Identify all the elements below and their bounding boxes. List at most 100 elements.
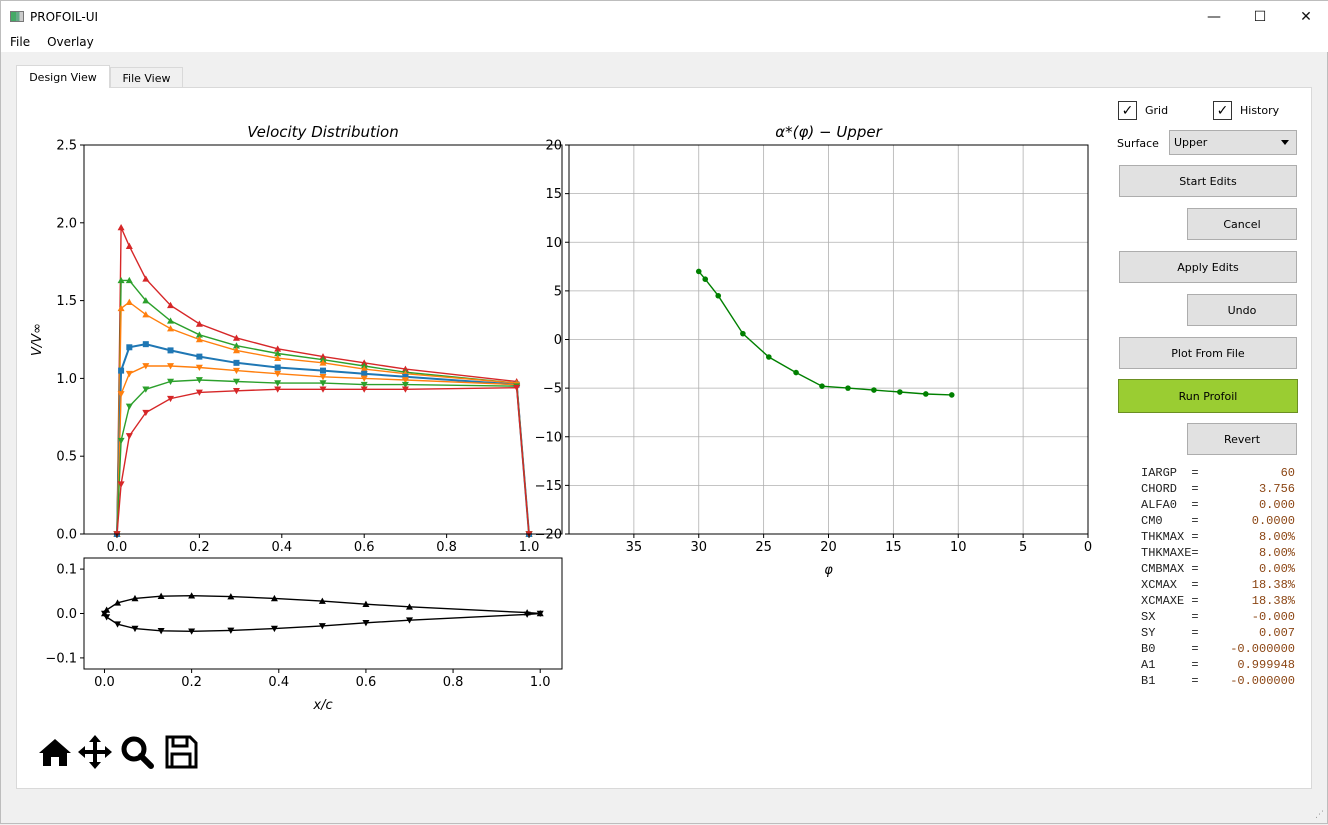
y-tick-label: 20 — [545, 139, 562, 154]
plot-from-file-button[interactable]: Plot From File — [1119, 337, 1297, 369]
parameter-row: CMBMAX = 0.00% — [1141, 561, 1295, 577]
data-point — [740, 330, 746, 337]
y-tick-label: 0 — [554, 333, 562, 348]
series-line — [116, 301, 530, 535]
chart-title: α*(φ) − Upper — [775, 123, 882, 141]
y-tick-label: 1.5 — [56, 294, 77, 309]
pan-icon[interactable] — [77, 734, 113, 770]
surface-value: Upper — [1174, 136, 1208, 149]
data-point — [695, 268, 702, 275]
surface-select[interactable]: Upper — [1169, 130, 1297, 155]
undo-button[interactable]: Undo — [1187, 294, 1297, 326]
parameter-name: SY = — [1141, 626, 1199, 640]
x-tick-label: 0.8 — [436, 540, 457, 555]
x-axis-label: φ — [824, 563, 833, 578]
x-tick-label: 0.0 — [107, 540, 128, 555]
data-point — [845, 385, 851, 391]
parameter-value: -0.000000 — [1230, 674, 1295, 688]
parameter-value: 0.000 — [1258, 498, 1295, 512]
data-point — [274, 364, 281, 371]
parameter-row: CHORD = 3.756 — [1141, 481, 1295, 497]
data-point — [142, 275, 150, 282]
history-checkbox[interactable]: ✓ History — [1213, 101, 1279, 120]
parameter-name: A1 = — [1141, 658, 1199, 672]
grid-checkbox[interactable]: ✓ Grid — [1118, 101, 1168, 120]
check-icon: ✓ — [1213, 101, 1232, 120]
data-point — [819, 383, 825, 389]
y-tick-label: 0.0 — [56, 528, 77, 543]
parameter-name: CMBMAX = — [1141, 562, 1199, 576]
parameter-value: 60 — [1280, 466, 1295, 480]
data-point — [715, 292, 722, 299]
x-tick-label: 10 — [950, 540, 967, 555]
y-tick-label: 0.5 — [56, 450, 77, 465]
x-tick-label: 0.2 — [181, 675, 202, 690]
x-tick-label: 0.6 — [356, 675, 377, 690]
parameter-row: ALFA0 = 0.000 — [1141, 497, 1295, 513]
series-line — [116, 379, 530, 535]
y-tick-label: −10 — [535, 430, 562, 445]
chart-title: Velocity Distribution — [247, 123, 398, 141]
x-tick-label: 0.4 — [268, 675, 289, 690]
parameter-row: XCMAXE = 18.38% — [1141, 593, 1295, 609]
y-tick-label: −5 — [543, 382, 562, 397]
y-tick-label: 2.0 — [56, 216, 77, 231]
tab-design-view[interactable]: Design View — [16, 65, 110, 88]
resize-grip[interactable]: ⋰ — [1315, 810, 1324, 820]
series-line — [116, 279, 530, 535]
run-profoil-button[interactable]: Run Profoil — [1118, 379, 1298, 413]
chevron-down-icon — [1281, 140, 1289, 145]
data-point — [320, 367, 326, 374]
data-point — [142, 341, 149, 348]
parameter-name: B1 = — [1141, 674, 1199, 688]
data-point — [793, 369, 799, 376]
cancel-button[interactable]: Cancel — [1187, 208, 1297, 240]
parameter-name: THKMAX = — [1141, 530, 1199, 544]
y-axis-label: V/V∞ — [30, 323, 45, 356]
save-icon[interactable] — [163, 734, 199, 770]
parameter-row: THKMAX = 8.00% — [1141, 529, 1295, 545]
x-tick-label: 5 — [1019, 540, 1027, 555]
parameter-name: B0 = — [1141, 642, 1199, 656]
data-point — [118, 367, 125, 374]
data-point — [702, 276, 709, 283]
x-tick-label: 0.0 — [94, 675, 115, 690]
axes-frame — [83, 557, 563, 670]
parameter-row: CM0 = 0.0000 — [1141, 513, 1295, 529]
x-tick-label: 0 — [1084, 540, 1092, 555]
parameter-name: IARGP = — [1141, 466, 1199, 480]
start-edits-button[interactable]: Start Edits — [1119, 165, 1297, 197]
parameter-name: CHORD = — [1141, 482, 1199, 496]
parameter-row: THKMAXE= 8.00% — [1141, 545, 1295, 561]
y-tick-label: 5 — [554, 284, 562, 299]
parameter-value: 0.00% — [1258, 562, 1295, 576]
parameter-row: B1 = -0.000000 — [1141, 673, 1295, 689]
data-point — [125, 370, 133, 378]
plot-canvas[interactable]: 0.0 0.2 0.4 0.6 0.8 1.0 0.0 0.5 1.0 1.5 2.0 2.5 Velo… — [1, 1, 1328, 825]
home-icon[interactable] — [37, 734, 73, 770]
parameter-list: IARGP = 60 CHORD = 3.756 ALFA0 = 0.000 CM0 = 0.… — [1141, 465, 1295, 689]
y-tick-label: −0.1 — [45, 651, 77, 666]
x-tick-label: 1.0 — [530, 675, 551, 690]
data-point — [233, 359, 240, 366]
parameter-name: XCMAXE = — [1141, 594, 1199, 608]
parameter-row: SX = -0.000 — [1141, 609, 1295, 625]
apply-edits-button[interactable]: Apply Edits — [1119, 251, 1297, 283]
data-point — [125, 242, 133, 249]
x-tick-label: 25 — [755, 540, 772, 555]
y-tick-label: 15 — [545, 187, 562, 202]
zoom-icon[interactable] — [119, 734, 155, 770]
y-tick-label: 0.0 — [56, 607, 77, 622]
history-label: History — [1240, 104, 1280, 117]
parameter-value: 0.0000 — [1251, 514, 1295, 528]
revert-button[interactable]: Revert — [1187, 423, 1297, 455]
parameter-value: 0.999948 — [1237, 658, 1295, 672]
data-point — [871, 387, 877, 393]
y-tick-label: 10 — [545, 236, 562, 251]
parameter-value: 3.756 — [1258, 482, 1295, 496]
check-icon: ✓ — [1118, 101, 1137, 120]
data-point — [948, 392, 955, 398]
x-axis-label: x/c — [312, 698, 332, 713]
parameter-name: CM0 = — [1141, 514, 1199, 528]
data-point — [923, 391, 929, 397]
